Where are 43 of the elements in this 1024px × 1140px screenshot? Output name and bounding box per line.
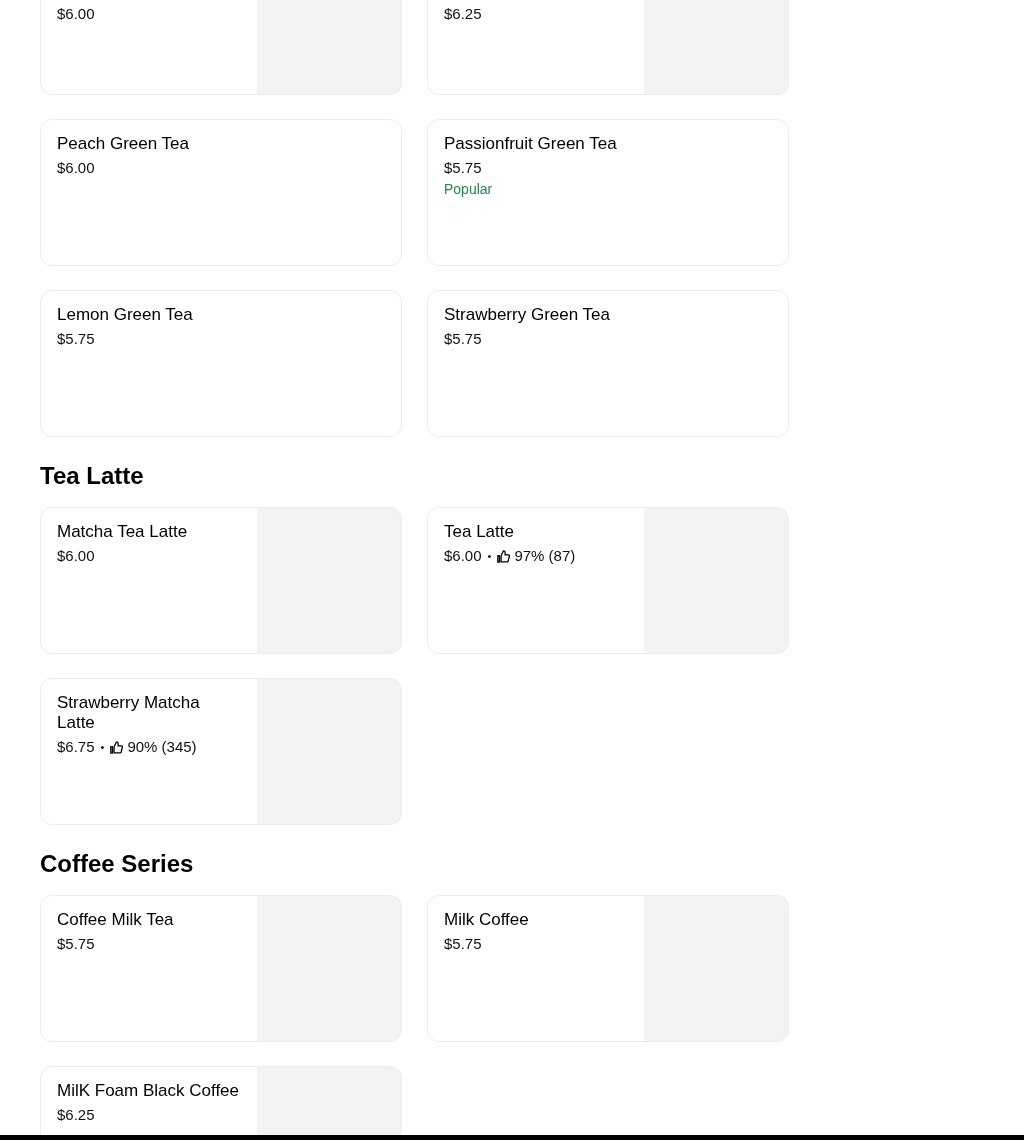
menu-item-card[interactable]: MilK Foam Black Coffee $6.25 <box>40 1066 402 1135</box>
menu-item-card[interactable]: Peach Green Tea $6.00 <box>40 119 402 266</box>
menu-item-card[interactable]: Matcha Tea Latte $6.00 <box>40 507 402 654</box>
item-price: $5.75 <box>444 934 482 954</box>
menu-item-card[interactable]: Strawberry Green Tea $5.75 <box>427 290 789 437</box>
menu-item-card[interactable]: Milk Coffee $5.75 <box>427 895 789 1042</box>
item-name: MilK Foam Black Coffee <box>57 1081 241 1101</box>
thumbs-up-icon <box>497 549 511 563</box>
item-name: Lemon Green Tea <box>57 305 194 325</box>
menu-item-card[interactable]: Coffee Milk Tea $5.75 <box>40 895 402 1042</box>
menu-item-card[interactable]: Tea Latte $6.00 • 97% (87) <box>427 507 789 654</box>
item-name: Milk Coffee <box>444 910 530 930</box>
item-price: $6.00 <box>57 546 95 566</box>
item-price: $6.75 <box>57 737 95 757</box>
menu-item-card[interactable]: $6.25 <box>427 0 789 95</box>
item-name: Coffee Milk Tea <box>57 910 175 930</box>
item-name: Matcha Tea Latte <box>57 522 189 542</box>
menu-item-card[interactable]: Passionfruit Green Tea $5.75 Popular <box>427 119 789 266</box>
item-price: $6.25 <box>444 4 482 24</box>
item-name: Passionfruit Green Tea <box>444 134 618 154</box>
item-price: $6.00 <box>57 158 95 178</box>
section-heading: Tea Latte <box>40 461 145 491</box>
item-price: $6.25 <box>57 1105 95 1125</box>
bullet-separator: • <box>487 549 492 564</box>
popular-label: Popular <box>444 180 494 198</box>
item-name: Tea Latte <box>444 522 515 542</box>
item-price: $5.75 <box>57 934 95 954</box>
item-rating: 90% (345) <box>127 737 197 757</box>
thumbs-up-icon <box>110 740 124 754</box>
item-name: Peach Green Tea <box>57 134 190 154</box>
item-name: Strawberry Green Tea <box>444 305 611 325</box>
menu-item-card[interactable]: Lemon Green Tea $5.75 <box>40 290 402 437</box>
menu-item-card[interactable]: Strawberry Matcha Latte $6.75 • 90% (345) <box>40 678 402 825</box>
item-price: $5.75 <box>57 329 95 349</box>
item-price: $6.00 <box>57 4 95 24</box>
item-rating: 97% (87) <box>514 546 576 566</box>
bullet-separator: • <box>100 740 105 755</box>
item-price: $5.75 <box>444 329 482 349</box>
item-price: $5.75 <box>444 158 482 178</box>
menu-item-card[interactable]: $6.00 <box>40 0 402 95</box>
section-heading: Coffee Series <box>40 849 195 879</box>
item-price: $6.00 <box>444 546 482 566</box>
item-name: Strawberry Matcha Latte <box>57 693 201 733</box>
